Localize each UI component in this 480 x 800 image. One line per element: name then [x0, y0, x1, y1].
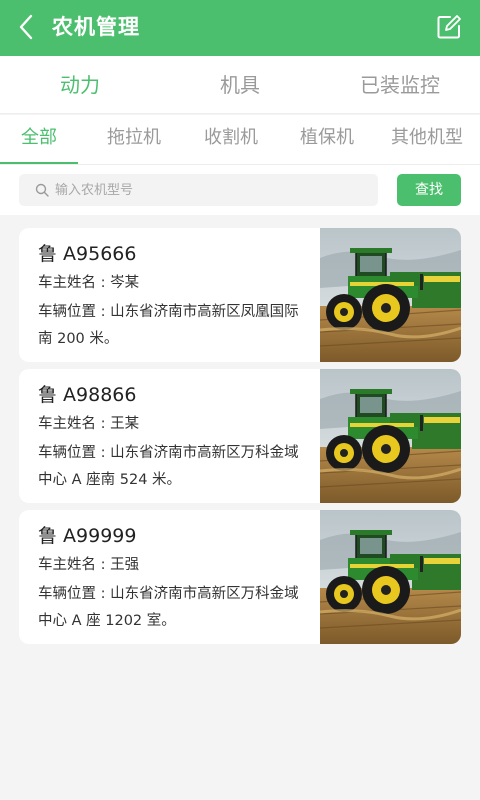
search-icon: [35, 183, 49, 197]
edit-icon: [437, 15, 461, 39]
edit-button[interactable]: [436, 14, 462, 40]
category-tabs: 全部 拖拉机 收割机 植保机 其他机型: [0, 115, 480, 165]
primary-tabs: 动力 机具 已装监控: [0, 56, 480, 114]
tab-other[interactable]: 其他机型: [374, 115, 480, 163]
plate-number: 鲁 A99999: [38, 525, 137, 547]
chevron-left-icon: [19, 14, 33, 40]
search-field[interactable]: [19, 174, 378, 206]
owner-name: 车主姓名 : 岑某: [38, 275, 140, 291]
search-button[interactable]: 查找: [397, 174, 461, 206]
tab-harvester[interactable]: 收割机: [182, 115, 280, 163]
search-bar: 查找: [0, 165, 480, 215]
back-button[interactable]: [14, 12, 40, 42]
vehicle-location: 车辆位置 : 山东省济南市高新区凤凰国际南 200 米。: [38, 304, 299, 347]
tab-sprayer[interactable]: 植保机: [280, 115, 374, 163]
plate-number: 鲁 A98866: [38, 384, 137, 406]
app-bar: 农机管理: [0, 0, 480, 56]
machine-card[interactable]: 鲁 A98866 车主姓名 : 王某 车辆位置 : 山东省济南市高新区万科金域中…: [19, 369, 461, 503]
tractor-image: [320, 369, 461, 503]
search-input[interactable]: [55, 174, 365, 206]
machine-card[interactable]: 鲁 A99999 车主姓名 : 王强 车辆位置 : 山东省济南市高新区万科金域中…: [19, 510, 461, 644]
tab-power[interactable]: 动力: [0, 56, 160, 114]
plate-number: 鲁 A95666: [38, 243, 137, 265]
tractor-image: [320, 228, 461, 362]
page-title: 农机管理: [52, 15, 140, 39]
tab-tractor[interactable]: 拖拉机: [86, 115, 182, 163]
vehicle-location: 车辆位置 : 山东省济南市高新区万科金域中心 A 座 1202 室。: [38, 586, 299, 629]
tab-all[interactable]: 全部: [0, 115, 78, 163]
vehicle-location: 车辆位置 : 山东省济南市高新区万科金域中心 A 座南 524 米。: [38, 445, 299, 488]
tractor-image: [320, 510, 461, 644]
owner-name: 车主姓名 : 王强: [38, 557, 140, 573]
tab-monitored[interactable]: 已装监控: [320, 56, 480, 114]
machine-card[interactable]: 鲁 A95666 车主姓名 : 岑某 车辆位置 : 山东省济南市高新区凤凰国际南…: [19, 228, 461, 362]
tab-implements[interactable]: 机具: [160, 56, 320, 114]
active-tab-indicator: [0, 162, 78, 164]
owner-name: 车主姓名 : 王某: [38, 416, 140, 432]
